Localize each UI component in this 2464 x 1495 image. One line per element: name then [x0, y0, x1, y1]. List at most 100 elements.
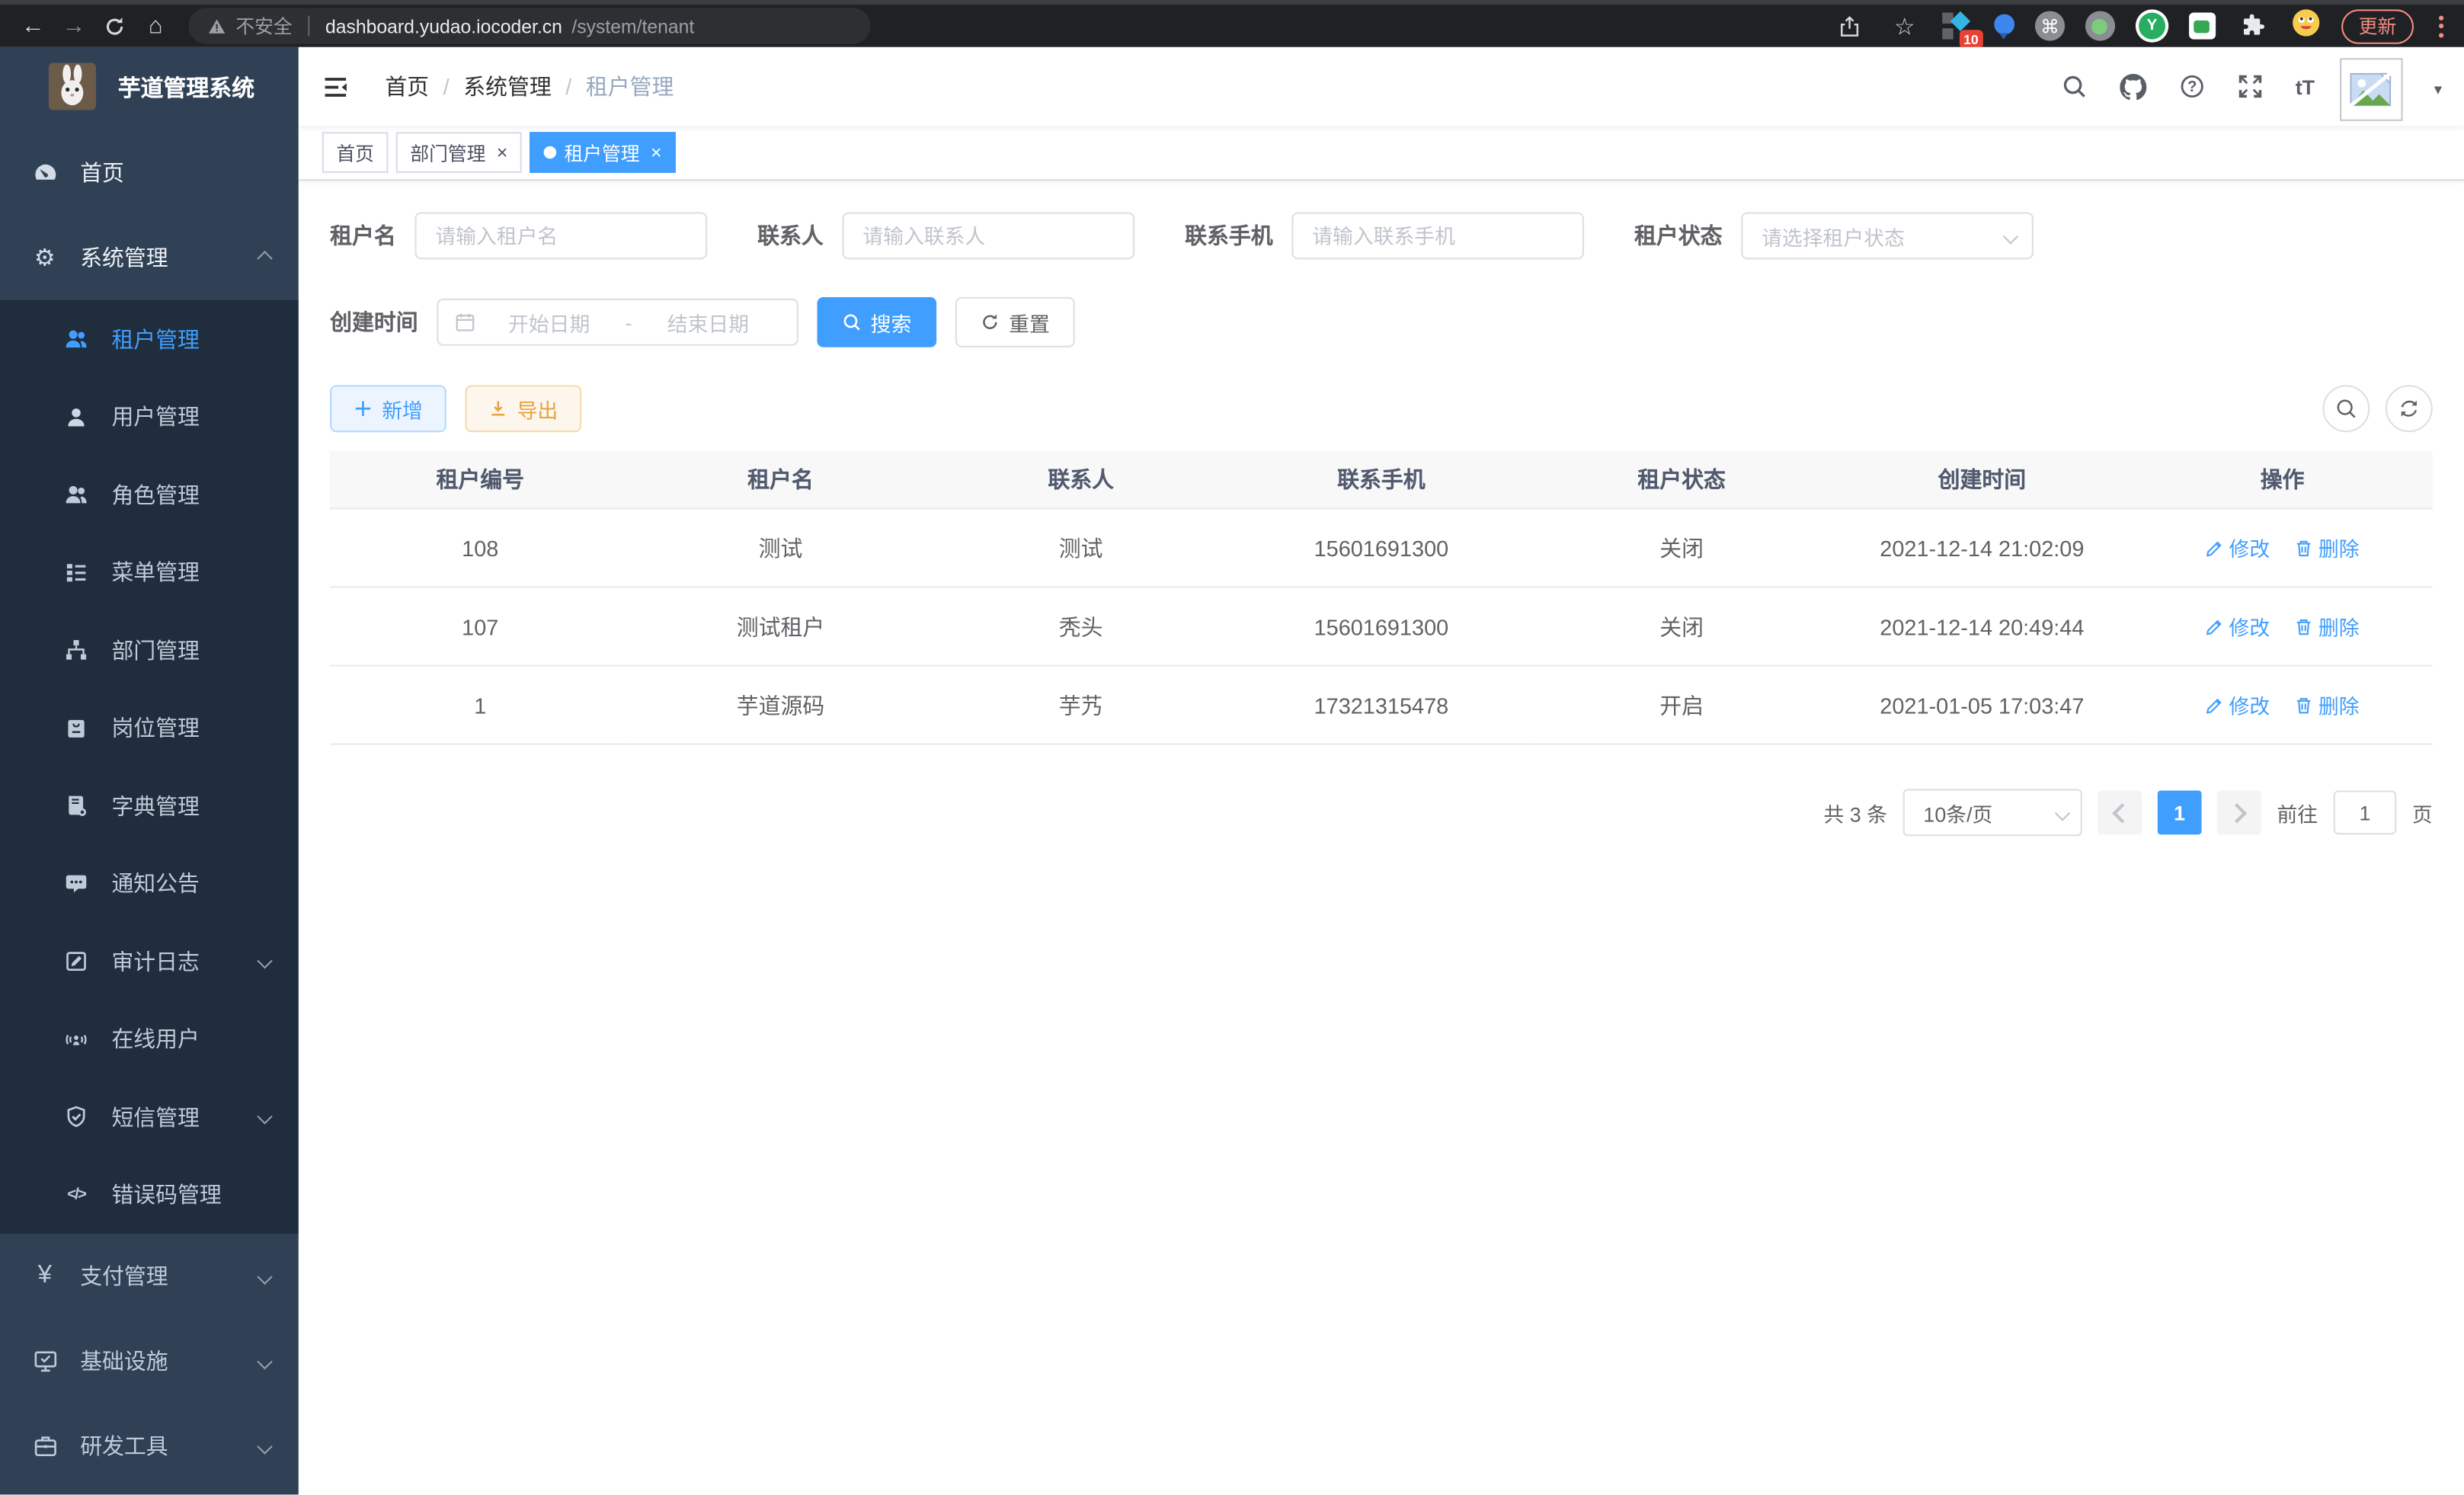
- font-size-icon[interactable]: tT: [2296, 75, 2315, 98]
- breadcrumb-home[interactable]: 首页: [385, 71, 429, 102]
- sidebar-item-online-users[interactable]: 在线用户: [0, 1000, 299, 1078]
- add-button[interactable]: 新增: [330, 385, 446, 432]
- trash-icon: [2295, 617, 2314, 636]
- table-header-row: 租户编号 租户名 联系人 联系手机 租户状态 创建时间 操作: [330, 451, 2433, 508]
- sidebar-item-notice[interactable]: 通知公告: [0, 845, 299, 923]
- sidebar-item-system[interactable]: ⚙ 系统管理: [0, 216, 299, 300]
- tab-label: 首页: [336, 139, 374, 166]
- edit-link[interactable]: 修改: [2206, 611, 2270, 641]
- tab-close-icon[interactable]: ×: [651, 142, 661, 164]
- profile-avatar-icon[interactable]: [2291, 7, 2321, 45]
- delete-link[interactable]: 删除: [2295, 533, 2360, 562]
- search-button[interactable]: 搜索: [818, 297, 937, 347]
- browser-back-icon[interactable]: ←: [16, 8, 50, 43]
- browser-forward-icon[interactable]: →: [56, 8, 91, 43]
- extension-badge-icon[interactable]: 10: [1942, 10, 1973, 41]
- command-symbol: ⌘: [2040, 15, 2059, 37]
- tab-tenant[interactable]: 租户管理 ×: [530, 132, 676, 173]
- browser-update-button[interactable]: 更新: [2341, 8, 2414, 43]
- col-status: 租户状态: [1531, 451, 1832, 508]
- extension-diamond-icon: [1950, 11, 1970, 30]
- tags-view-bar: 首页 部门管理 × 租户管理 ×: [299, 126, 2464, 181]
- sidebar-item-dept[interactable]: 部门管理: [0, 611, 299, 689]
- sidebar-item-menu[interactable]: 菜单管理: [0, 533, 299, 611]
- toggle-search-button[interactable]: [2322, 385, 2370, 432]
- share-icon[interactable]: [1832, 8, 1867, 43]
- sidebar-logo[interactable]: 芋道管理系统: [0, 47, 299, 126]
- browser-home-icon[interactable]: ⌂: [139, 8, 173, 43]
- sidebar-item-tenant[interactable]: 租户管理: [0, 300, 299, 378]
- refresh-table-button[interactable]: [2386, 385, 2433, 432]
- tab-home[interactable]: 首页: [322, 132, 389, 173]
- page-content: 租户名 联系人 联系手机 租户状态 请选择租户状态: [299, 181, 2464, 1494]
- sidebar-item-home[interactable]: 首页: [0, 130, 299, 215]
- fullscreen-icon[interactable]: [2237, 74, 2262, 99]
- header-search-icon[interactable]: [2061, 74, 2086, 99]
- chevron-down-icon: [257, 1269, 272, 1284]
- audit-pen-icon: [63, 949, 90, 973]
- recorder-extension-icon[interactable]: [2085, 11, 2115, 40]
- page-jumper-input[interactable]: [2334, 790, 2397, 834]
- edit-link[interactable]: 修改: [2206, 533, 2270, 562]
- page-size-select[interactable]: 10条/页: [1903, 789, 2082, 836]
- delete-link[interactable]: 删除: [2295, 690, 2360, 719]
- sidebar-item-post[interactable]: 岗位管理: [0, 689, 299, 767]
- page-number-button[interactable]: 1: [2158, 790, 2202, 834]
- cell-tenant-id: 107: [330, 587, 630, 665]
- delete-link[interactable]: 删除: [2295, 611, 2360, 641]
- col-create-time: 创建时间: [1832, 451, 2132, 508]
- sidebar-item-dict[interactable]: 字典管理: [0, 767, 299, 845]
- command-extension-icon[interactable]: ⌘: [2035, 11, 2065, 40]
- sidebar-item-devtools[interactable]: 研发工具: [0, 1404, 299, 1488]
- cell-tenant-id: 1: [330, 665, 630, 744]
- filter-tenant-name: 租户名: [330, 212, 707, 259]
- avatar-caret-down-icon[interactable]: ▾: [2434, 82, 2442, 99]
- tab-close-icon[interactable]: ×: [497, 142, 507, 164]
- breadcrumb-system[interactable]: 系统管理: [463, 71, 552, 102]
- chat-extension-icon[interactable]: [2189, 13, 2216, 40]
- help-icon[interactable]: ?: [2179, 74, 2204, 99]
- tenant-table: 租户编号 租户名 联系人 联系手机 租户状态 创建时间 操作 108 测试: [330, 451, 2433, 745]
- sidebar-item-infra[interactable]: 基础设施: [0, 1318, 299, 1403]
- status-select[interactable]: 请选择租户状态: [1741, 212, 2034, 259]
- reset-button[interactable]: 重置: [955, 297, 1075, 347]
- chevron-left-icon: [2112, 802, 2132, 822]
- end-date-placeholder: 结束日期: [635, 307, 781, 337]
- sidebar-item-user[interactable]: 用户管理: [0, 378, 299, 456]
- tenant-name-input[interactable]: [415, 212, 708, 259]
- sidebar-item-audit-log[interactable]: 审计日志: [0, 923, 299, 1000]
- sidebar-item-label: 基础设施: [80, 1346, 168, 1377]
- roles-users-icon: [63, 483, 90, 507]
- bookmark-star-icon[interactable]: ☆: [1887, 8, 1922, 43]
- sidebar-item-error-code[interactable]: </> 错误码管理: [0, 1156, 299, 1234]
- sidebar-item-label: 部门管理: [111, 635, 200, 666]
- sms-shield-icon: [63, 1105, 90, 1128]
- browser-menu-icon[interactable]: [2434, 15, 2449, 37]
- edit-link[interactable]: 修改: [2206, 690, 2270, 719]
- sidebar-item-pay[interactable]: ¥ 支付管理: [0, 1234, 299, 1318]
- balloon-extension-icon[interactable]: [1994, 14, 2014, 39]
- contact-input[interactable]: [843, 212, 1135, 259]
- cell-mobile: 15601691300: [1231, 508, 1531, 587]
- devtools-briefcase-icon: [31, 1433, 58, 1458]
- download-icon: [488, 399, 507, 418]
- yudao-extension-icon[interactable]: Y: [2136, 9, 2168, 42]
- mobile-input[interactable]: [1291, 212, 1584, 259]
- browser-reload-icon[interactable]: [98, 8, 132, 43]
- cell-status: 开启: [1531, 665, 1832, 744]
- export-button[interactable]: 导出: [466, 385, 582, 432]
- chevron-right-icon: [2227, 802, 2247, 822]
- extensions-puzzle-icon[interactable]: [2236, 8, 2270, 43]
- sidebar-item-sms[interactable]: 短信管理: [0, 1078, 299, 1156]
- sidebar-fold-icon[interactable]: [299, 47, 373, 126]
- next-page-button[interactable]: [2217, 790, 2261, 834]
- tab-dept[interactable]: 部门管理 ×: [396, 132, 522, 173]
- user-avatar[interactable]: [2340, 58, 2403, 121]
- github-icon[interactable]: [2120, 73, 2146, 100]
- date-range-picker[interactable]: 开始日期 - 结束日期: [437, 299, 798, 346]
- address-bar[interactable]: 不安全 dashboard.yudao.iocoder.cn/system/te…: [189, 8, 871, 43]
- sidebar-item-role[interactable]: 角色管理: [0, 456, 299, 533]
- main-area: 首页 / 系统管理 / 租户管理 ?: [299, 47, 2464, 1495]
- active-tab-dot-icon: [544, 146, 557, 159]
- prev-page-button[interactable]: [2098, 790, 2142, 834]
